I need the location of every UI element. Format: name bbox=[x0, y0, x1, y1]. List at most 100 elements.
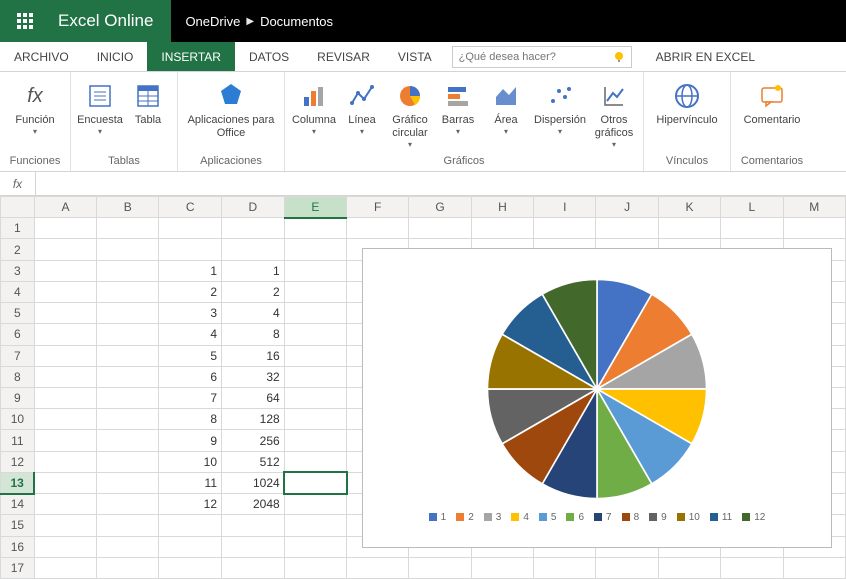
cell-L1[interactable] bbox=[721, 218, 783, 239]
cell-D4[interactable]: 2 bbox=[222, 281, 285, 302]
row-header-10[interactable]: 10 bbox=[1, 409, 35, 430]
cell-C1[interactable] bbox=[159, 218, 222, 239]
col-header-J[interactable]: J bbox=[596, 197, 658, 218]
circular-button[interactable]: Gráfico circular ▾ bbox=[389, 76, 431, 150]
cell-E12[interactable] bbox=[284, 451, 346, 472]
cell-C8[interactable]: 6 bbox=[159, 366, 222, 387]
cell-G1[interactable] bbox=[409, 218, 471, 239]
cell-E1[interactable] bbox=[284, 218, 346, 239]
cell-D1[interactable] bbox=[222, 218, 285, 239]
cell-C2[interactable] bbox=[159, 239, 222, 260]
cell-D6[interactable]: 8 bbox=[222, 324, 285, 345]
cell-B16[interactable] bbox=[97, 536, 159, 557]
cell-C5[interactable]: 3 bbox=[159, 303, 222, 324]
cell-C6[interactable]: 4 bbox=[159, 324, 222, 345]
encuesta-button[interactable]: Encuesta ▾ bbox=[79, 76, 121, 137]
cell-B9[interactable] bbox=[97, 387, 159, 408]
tab-inicio[interactable]: INICIO bbox=[83, 42, 148, 71]
tab-insertar[interactable]: INSERTAR bbox=[147, 42, 235, 71]
cell-B3[interactable] bbox=[97, 260, 159, 281]
col-header-C[interactable]: C bbox=[159, 197, 222, 218]
cell-C11[interactable]: 9 bbox=[159, 430, 222, 451]
col-header-A[interactable]: A bbox=[34, 197, 96, 218]
breadcrumb[interactable]: OneDrive ▶ Documentos bbox=[171, 14, 347, 29]
cell-A2[interactable] bbox=[34, 239, 96, 260]
row-header-15[interactable]: 15 bbox=[1, 515, 35, 536]
cell-E9[interactable] bbox=[284, 387, 346, 408]
cell-I1[interactable] bbox=[534, 218, 596, 239]
cell-D16[interactable] bbox=[222, 536, 285, 557]
cell-A12[interactable] bbox=[34, 451, 96, 472]
area-button[interactable]: Área ▾ bbox=[485, 76, 527, 137]
cell-A6[interactable] bbox=[34, 324, 96, 345]
row-header-16[interactable]: 16 bbox=[1, 536, 35, 557]
cell-C4[interactable]: 2 bbox=[159, 281, 222, 302]
formula-input[interactable] bbox=[36, 172, 846, 195]
fx-label[interactable]: fx bbox=[0, 172, 36, 195]
row-header-7[interactable]: 7 bbox=[1, 345, 35, 366]
cell-E17[interactable] bbox=[284, 557, 346, 578]
columna-button[interactable]: Columna ▾ bbox=[293, 76, 335, 137]
cell-D13[interactable]: 1024 bbox=[222, 472, 285, 493]
cell-D7[interactable]: 16 bbox=[222, 345, 285, 366]
cell-L17[interactable] bbox=[721, 557, 783, 578]
tab-datos[interactable]: DATOS bbox=[235, 42, 303, 71]
col-header-H[interactable]: H bbox=[471, 197, 533, 218]
cell-E4[interactable] bbox=[284, 281, 346, 302]
cell-A17[interactable] bbox=[34, 557, 96, 578]
cell-E3[interactable] bbox=[284, 260, 346, 281]
col-header-M[interactable]: M bbox=[783, 197, 845, 218]
cell-E6[interactable] bbox=[284, 324, 346, 345]
cell-K1[interactable] bbox=[658, 218, 720, 239]
cell-H17[interactable] bbox=[471, 557, 533, 578]
cell-A3[interactable] bbox=[34, 260, 96, 281]
cell-E10[interactable] bbox=[284, 409, 346, 430]
breadcrumb-root[interactable]: OneDrive bbox=[185, 14, 240, 29]
cell-D8[interactable]: 32 bbox=[222, 366, 285, 387]
col-header-E[interactable]: E bbox=[284, 197, 346, 218]
tabla-button[interactable]: Tabla bbox=[127, 76, 169, 127]
tab-vista[interactable]: VISTA bbox=[384, 42, 446, 71]
cell-A13[interactable] bbox=[34, 472, 96, 493]
cell-B15[interactable] bbox=[97, 515, 159, 536]
col-header-K[interactable]: K bbox=[658, 197, 720, 218]
cell-A14[interactable] bbox=[34, 494, 96, 515]
cell-A1[interactable] bbox=[34, 218, 96, 239]
cell-C17[interactable] bbox=[159, 557, 222, 578]
cell-J17[interactable] bbox=[596, 557, 658, 578]
cell-C13[interactable]: 11 bbox=[159, 472, 222, 493]
cell-D15[interactable] bbox=[222, 515, 285, 536]
col-header-B[interactable]: B bbox=[97, 197, 159, 218]
cell-B14[interactable] bbox=[97, 494, 159, 515]
barras-button[interactable]: Barras ▾ bbox=[437, 76, 479, 137]
cell-F1[interactable] bbox=[347, 218, 409, 239]
cell-B6[interactable] bbox=[97, 324, 159, 345]
row-header-2[interactable]: 2 bbox=[1, 239, 35, 260]
cell-B8[interactable] bbox=[97, 366, 159, 387]
cell-B12[interactable] bbox=[97, 451, 159, 472]
open-in-excel-button[interactable]: ABRIR EN EXCEL bbox=[646, 42, 765, 71]
cell-A16[interactable] bbox=[34, 536, 96, 557]
cell-E5[interactable] bbox=[284, 303, 346, 324]
row-header-8[interactable]: 8 bbox=[1, 366, 35, 387]
cell-D3[interactable]: 1 bbox=[222, 260, 285, 281]
row-header-3[interactable]: 3 bbox=[1, 260, 35, 281]
cell-B11[interactable] bbox=[97, 430, 159, 451]
cell-D12[interactable]: 512 bbox=[222, 451, 285, 472]
breadcrumb-folder[interactable]: Documentos bbox=[260, 14, 333, 29]
cell-B2[interactable] bbox=[97, 239, 159, 260]
linea-button[interactable]: Línea ▾ bbox=[341, 76, 383, 137]
cell-G17[interactable] bbox=[409, 557, 471, 578]
cell-E11[interactable] bbox=[284, 430, 346, 451]
cell-C9[interactable]: 7 bbox=[159, 387, 222, 408]
col-header-I[interactable]: I bbox=[534, 197, 596, 218]
search-input[interactable] bbox=[452, 46, 632, 68]
cell-J1[interactable] bbox=[596, 218, 658, 239]
select-all[interactable] bbox=[1, 197, 35, 218]
funcion-button[interactable]: fx Función ▾ bbox=[8, 76, 62, 137]
cell-E14[interactable] bbox=[284, 494, 346, 515]
row-header-14[interactable]: 14 bbox=[1, 494, 35, 515]
row-header-4[interactable]: 4 bbox=[1, 281, 35, 302]
app-launcher-icon[interactable] bbox=[0, 0, 50, 42]
comentario-button[interactable]: Comentario bbox=[739, 76, 805, 127]
